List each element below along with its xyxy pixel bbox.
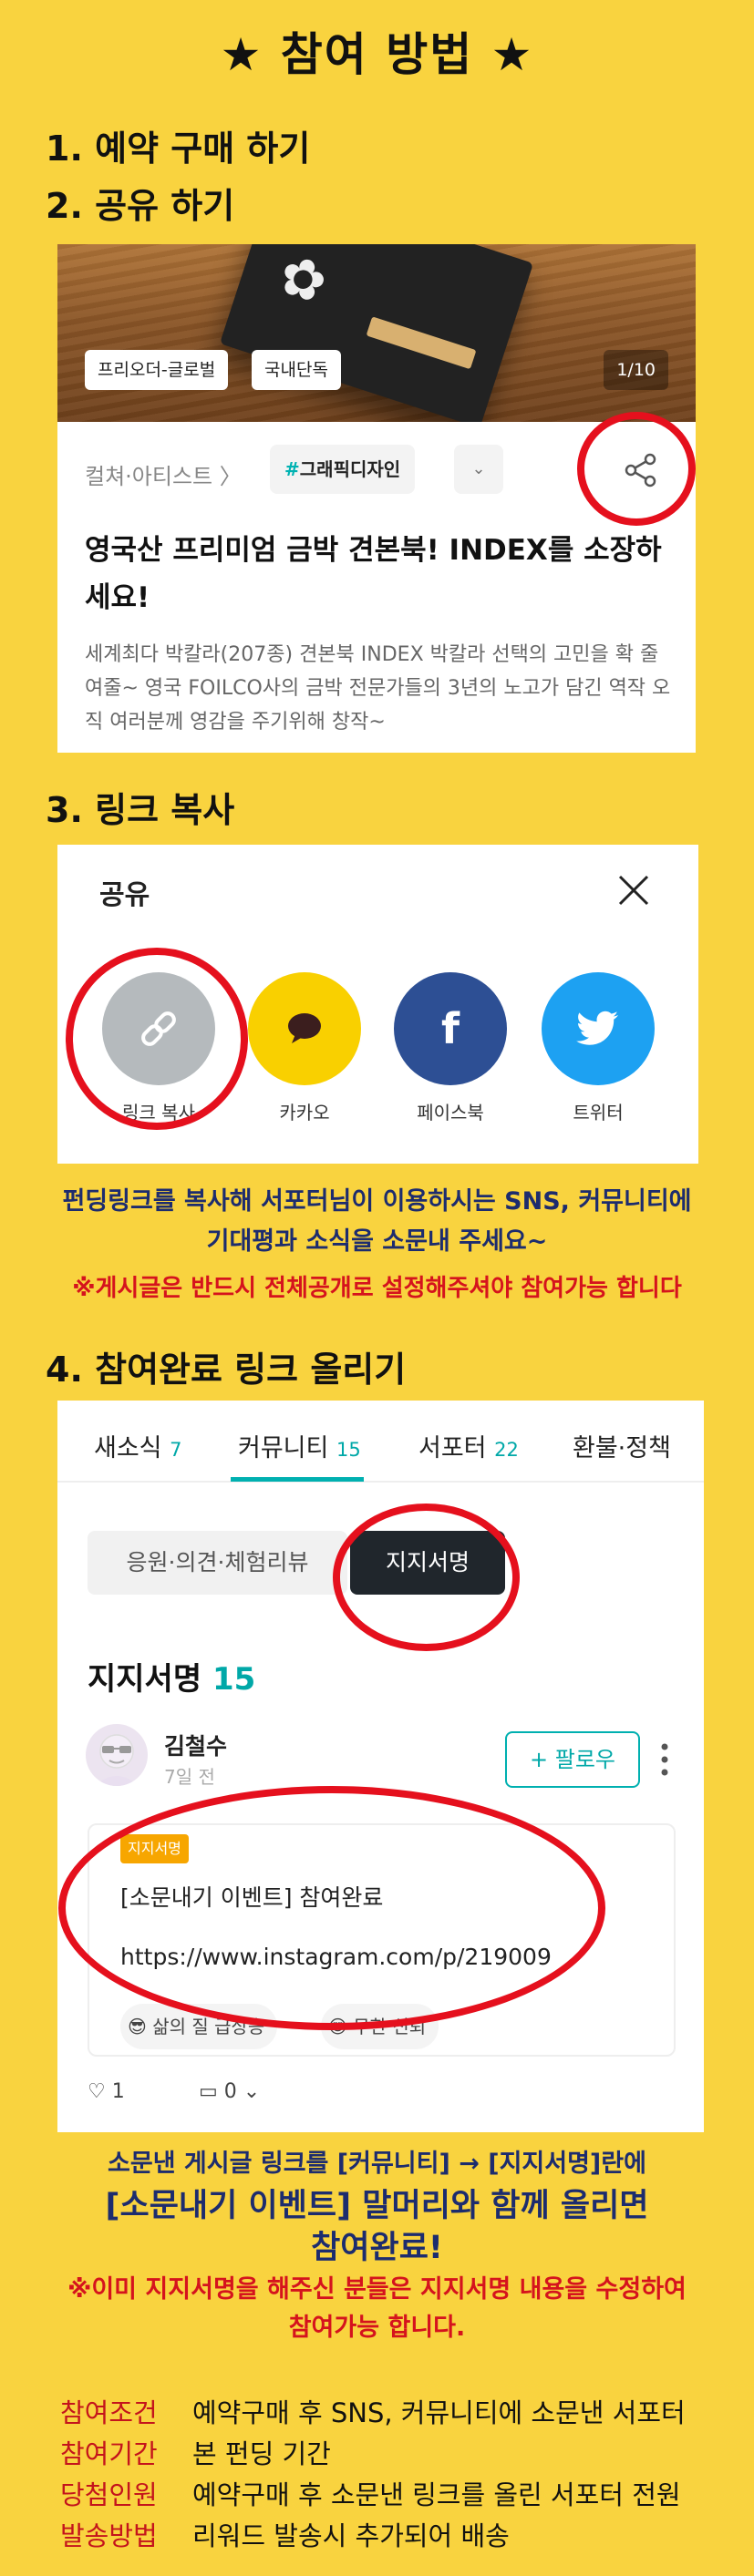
notice-line-1: 펀딩링크를 복사해 서포터님이 이용하시는 SNS, 커뮤니티에 (62, 1187, 692, 1216)
instruction-line-2: [소문내기 이벤트] 말머리와 함께 올리면 (105, 2188, 649, 2224)
category-breadcrumb[interactable]: 컬쳐·아티스트 〉 (85, 458, 242, 490)
section-count: 15 (212, 1661, 256, 1698)
product-title[interactable]: 영국산 프리미엄 금박 견본북! INDEX를 소장하세요! (85, 527, 668, 621)
comment-icon: ▭ (199, 2080, 218, 2103)
tab-news[interactable]: 새소식 7 (94, 1428, 182, 1463)
highlight-ring-post (58, 1786, 605, 2030)
step-2-heading: 2. 공유 하기 (46, 186, 235, 226)
highlight-ring-share (577, 412, 696, 526)
facebook-label: 페이스북 (417, 1102, 484, 1124)
tab-refund-label: 환불·정책 (573, 1434, 671, 1462)
product-description: 세계최다 박칼라(207종) 견본북 INDEX 박칼라 선택의 고민을 확 줄… (85, 643, 671, 734)
page-title: ★ 참여 방법 ★ (220, 28, 534, 81)
tab-community-label: 커뮤니티 (238, 1434, 329, 1462)
tab-news-label: 새소식 (94, 1434, 162, 1462)
tab-supporter[interactable]: 서포터 22 (418, 1428, 519, 1463)
kakao-icon (288, 1013, 321, 1043)
tag-domestic-exclusive[interactable]: 국내단독 (252, 350, 341, 390)
section-title-label: 지지서명 (88, 1661, 202, 1698)
sunglasses-emoji-icon: 😎 (128, 2016, 147, 2037)
tab-news-count: 7 (170, 1439, 182, 1461)
follow-button[interactable]: + 팔로우 (505, 1731, 640, 1788)
condition-value: 리워드 발송시 추가되어 배송 (192, 2520, 510, 2551)
tab-refund-policy[interactable]: 환불·정책 (573, 1428, 671, 1463)
hashtag-mark: # (284, 458, 300, 480)
facebook-share-button[interactable]: f (394, 972, 507, 1085)
condition-row: 참여기간 본 펀딩 기간 (60, 2433, 331, 2471)
kakao-share-button[interactable] (248, 972, 361, 1085)
condition-key: 참여기간 (60, 2438, 158, 2469)
instruction-line-3: 참여완료! (311, 2230, 443, 2266)
notice-warning: ※게시글은 반드시 전체공개로 설정해주셔야 참여가능 합니다 (72, 1275, 682, 1302)
post-time: 7일 전 (164, 1766, 215, 1788)
close-icon[interactable] (615, 872, 652, 908)
comment-count-value: 0 (223, 2080, 237, 2103)
chevron-down-icon[interactable]: ⌄ (454, 445, 503, 494)
hashtag-label: 그래픽디자인 (299, 458, 401, 480)
condition-value: 본 펀딩 기간 (192, 2438, 331, 2469)
instruction-warning-2: 참여가능 합니다. (288, 2314, 466, 2342)
tab-community[interactable]: 커뮤니티 15 (238, 1428, 361, 1463)
flower-logo-icon: ✿ (271, 244, 336, 317)
twitter-label: 트위터 (573, 1102, 624, 1124)
twitter-icon (576, 1011, 618, 1045)
section-title: 지지서명 15 (88, 1654, 255, 1699)
twitter-share-button[interactable] (542, 972, 655, 1085)
instruction-line-1: 소문낸 게시글 링크를 [커뮤니티] → [지지서명]란에 (108, 2150, 646, 2178)
condition-key: 발송방법 (60, 2520, 158, 2551)
highlight-ring-copy-link (66, 948, 248, 1130)
avatar[interactable] (86, 1724, 148, 1786)
author-name[interactable]: 김철수 (164, 1729, 227, 1761)
image-counter: 1/10 (604, 350, 668, 390)
like-count[interactable]: ♡ 1 (88, 2080, 125, 2103)
condition-row: 참여조건 예약구매 후 SNS, 커뮤니티에 소문낸 서포터 (60, 2392, 686, 2430)
condition-key: 당첨인원 (60, 2479, 158, 2510)
hashtag-chip[interactable]: #그래픽디자인 (270, 445, 416, 494)
tab-community-count: 15 (336, 1439, 361, 1461)
filter-cheer-review[interactable]: 응원·의견·체험리뷰 (88, 1531, 347, 1595)
tag-preorder-global[interactable]: 프리오더-글로벌 (85, 350, 229, 390)
product-image: ✿ (57, 244, 696, 422)
comment-count[interactable]: ▭ 0 ⌄ (199, 2080, 260, 2103)
tab-supporter-label: 서포터 (418, 1434, 487, 1462)
chevron-down-icon: ⌄ (243, 2080, 261, 2103)
condition-row: 발송방법 리워드 발송시 추가되어 배송 (60, 2515, 510, 2553)
condition-key: 참여조건 (60, 2397, 158, 2428)
highlight-ring-signature-tab (333, 1504, 520, 1651)
tab-supporter-count: 22 (494, 1439, 519, 1461)
share-dialog-title: 공유 (99, 879, 150, 911)
notice-line-2: 기대평과 소식을 소문내 주세요~ (206, 1227, 548, 1256)
avatar-face-icon (95, 1734, 139, 1786)
more-options-icon[interactable] (659, 1740, 670, 1780)
instruction-warning-1: ※이미 지지서명을 해주신 분들은 지지서명 내용을 수정하여 (67, 2275, 687, 2304)
condition-row: 당첨인원 예약구매 후 소문낸 링크를 올린 서포터 전원 (60, 2474, 681, 2512)
condition-value: 예약구매 후 SNS, 커뮤니티에 소문낸 서포터 (192, 2397, 686, 2428)
active-tab-indicator (231, 1477, 364, 1482)
kakao-label: 카카오 (279, 1102, 330, 1124)
step-1-heading: 1. 예약 구매 하기 (46, 128, 311, 169)
condition-value: 예약구매 후 소문낸 링크를 올린 서포터 전원 (192, 2479, 681, 2510)
step-4-heading: 4. 참여완료 링크 올리기 (46, 1350, 407, 1390)
step-3-heading: 3. 링크 복사 (46, 790, 235, 830)
tab-bar: 새소식 7 커뮤니티 15 서포터 22 환불·정책 (57, 1401, 704, 1483)
facebook-icon: f (440, 1004, 460, 1053)
